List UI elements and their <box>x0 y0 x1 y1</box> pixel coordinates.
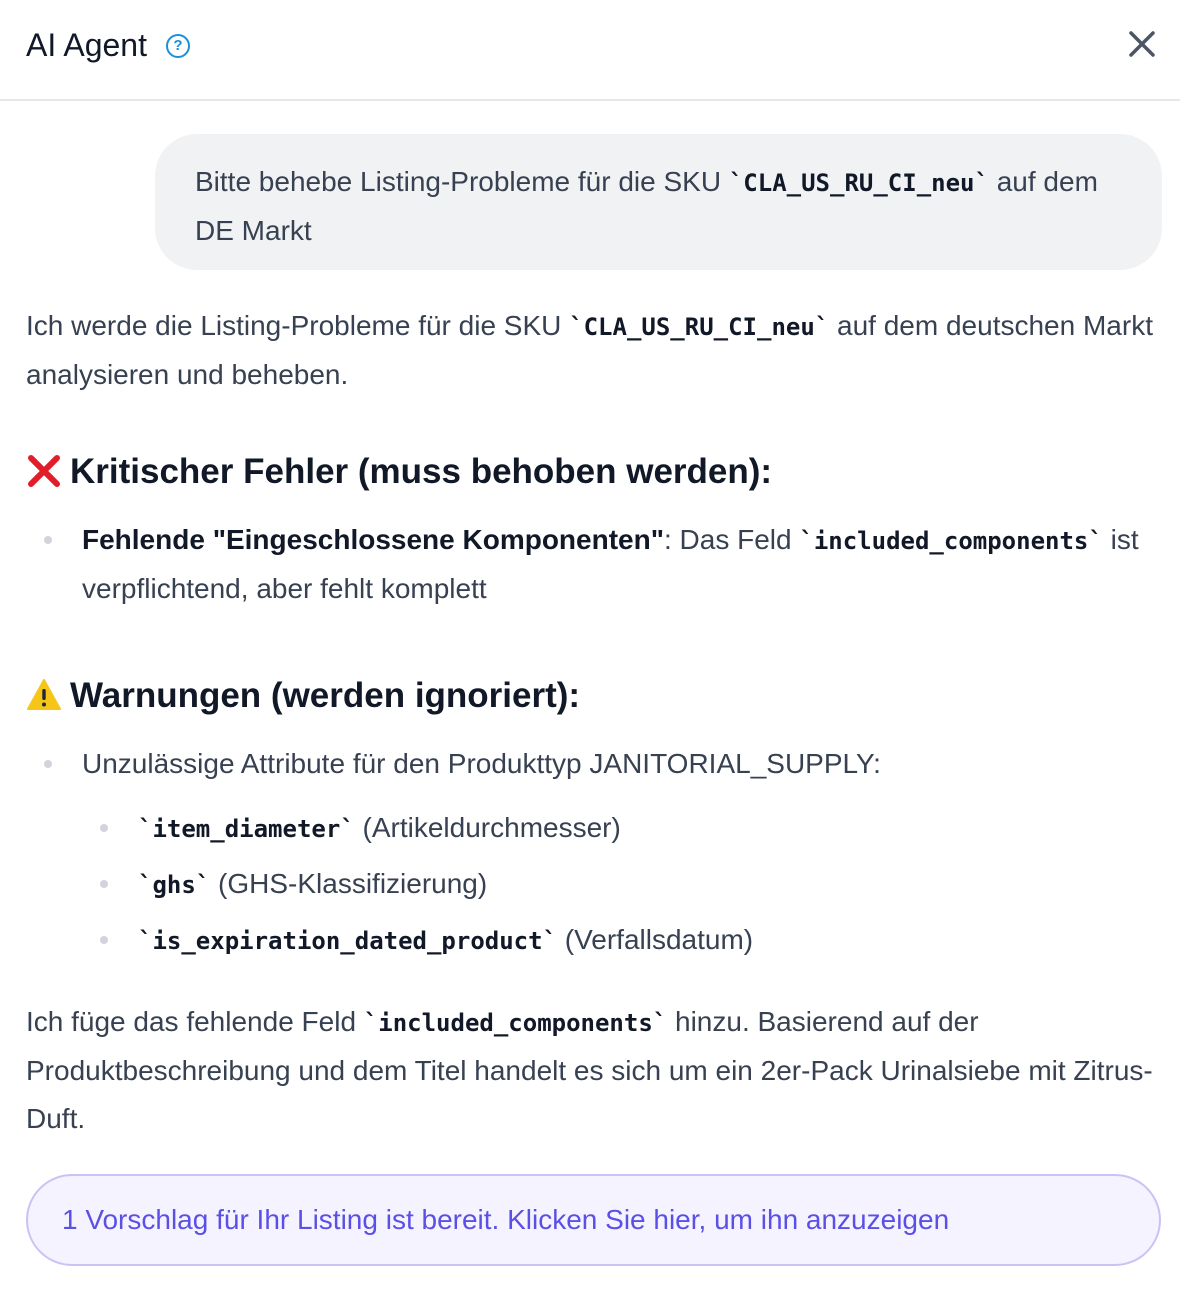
sub-list-item: `ghs` (GHS-Klassifizierung) <box>138 860 487 909</box>
missing-field-label: Fehlende "Eingeschlossene Komponenten" <box>82 524 664 555</box>
user-message-text: Bitte behebe Listing-Probleme für die SK… <box>195 166 729 197</box>
field-code: `included_components` <box>363 1009 668 1037</box>
sub-list-item: `item_diameter` (Artikeldurchmesser) <box>138 804 621 853</box>
sku-code: `CLA_US_RU_CI_neu` <box>569 313 830 341</box>
cross-mark-icon <box>28 454 60 487</box>
attribute-code: `ghs` <box>138 871 211 899</box>
bullet-dot <box>44 536 52 544</box>
critical-heading-text: Kritischer Fehler (muss behoben werden): <box>70 452 773 491</box>
sku-code: `CLA_US_RU_CI_neu` <box>728 169 989 197</box>
conclusion-text: Ich füge das fehlende Feld <box>26 1006 364 1037</box>
list-item-text: : Das Feld <box>663 524 800 555</box>
warning-icon <box>27 678 61 710</box>
critical-error-heading: Kritischer Fehler (muss behoben werden): <box>26 449 772 495</box>
warnings-heading: Warnungen (werden ignoriert): <box>26 673 580 719</box>
field-code: `included_components` <box>799 527 1103 555</box>
agent-intro: Ich werde die Listing-Probleme für die S… <box>26 302 1156 399</box>
list-item: Fehlende "Eingeschlossene Komponenten": … <box>82 516 1162 613</box>
view-suggestion-button[interactable]: 1 Vorschlag für Ihr Listing ist bereit. … <box>26 1174 1161 1266</box>
question-circle-icon[interactable]: ? <box>166 34 190 58</box>
attribute-code: `is_expiration_dated_product` <box>138 927 558 955</box>
attribute-description: (Verfallsdatum) <box>557 924 754 955</box>
sub-bullet-dot <box>100 880 108 888</box>
sub-bullet-dot <box>100 936 108 944</box>
panel-header: AI Agent ? <box>0 0 1180 101</box>
user-message-bubble: Bitte behebe Listing-Probleme für die SK… <box>155 134 1162 270</box>
sub-list-item: `is_expiration_dated_product` (Verfallsd… <box>138 916 753 965</box>
intro-text: Ich werde die Listing-Probleme für die S… <box>26 310 570 341</box>
attribute-description: (GHS-Klassifizierung) <box>210 868 488 899</box>
attribute-code: `item_diameter` <box>138 815 355 843</box>
bullet-dot <box>44 760 52 768</box>
list-item: Unzulässige Attribute für den Produkttyp… <box>82 748 881 779</box>
sub-bullet-dot <box>100 824 108 832</box>
agent-conclusion: Ich füge das fehlende Feld `included_com… <box>26 998 1156 1143</box>
warnings-heading-text: Warnungen (werden ignoriert): <box>70 676 581 715</box>
suggestion-label: 1 Vorschlag für Ihr Listing ist bereit. … <box>62 1204 950 1235</box>
panel-title: AI Agent <box>26 27 147 63</box>
attribute-description: (Artikeldurchmesser) <box>354 812 621 843</box>
close-icon[interactable] <box>1124 26 1160 62</box>
